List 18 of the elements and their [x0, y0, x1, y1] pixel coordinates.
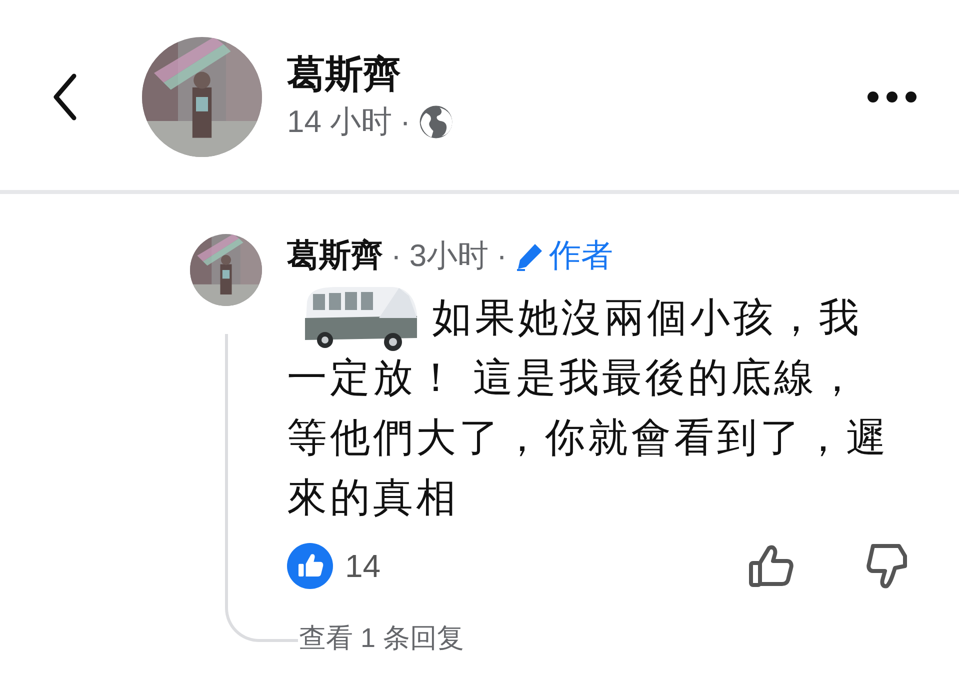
comment-time: 3小时 — [409, 237, 489, 275]
post-time: 14 小时 — [287, 103, 392, 141]
author-name[interactable]: 葛斯齊 — [287, 50, 454, 100]
separator-dot: · — [391, 238, 402, 274]
comment-text-line: 來的真相 — [287, 475, 459, 522]
globe-icon — [418, 104, 454, 140]
separator-dot: · — [400, 103, 410, 141]
comment-text-line: 等他們大了，你就會看到了，遲 — [287, 415, 889, 462]
comment-text-line: 如果她沒兩個小孩，我 — [432, 295, 862, 342]
author-label: 作者 — [548, 236, 613, 275]
pencil-icon — [514, 241, 545, 271]
author-name[interactable]: 葛斯齊 — [287, 234, 383, 278]
separator-dot: · — [496, 238, 507, 274]
comment-text-line: 一定放！ 這是我最後的底線， — [287, 355, 860, 402]
like-count: 14 — [345, 548, 381, 584]
more-icon[interactable] — [867, 91, 917, 103]
like-icon — [287, 543, 333, 589]
view-replies-link[interactable]: 查看 1 条回复 — [299, 622, 927, 654]
